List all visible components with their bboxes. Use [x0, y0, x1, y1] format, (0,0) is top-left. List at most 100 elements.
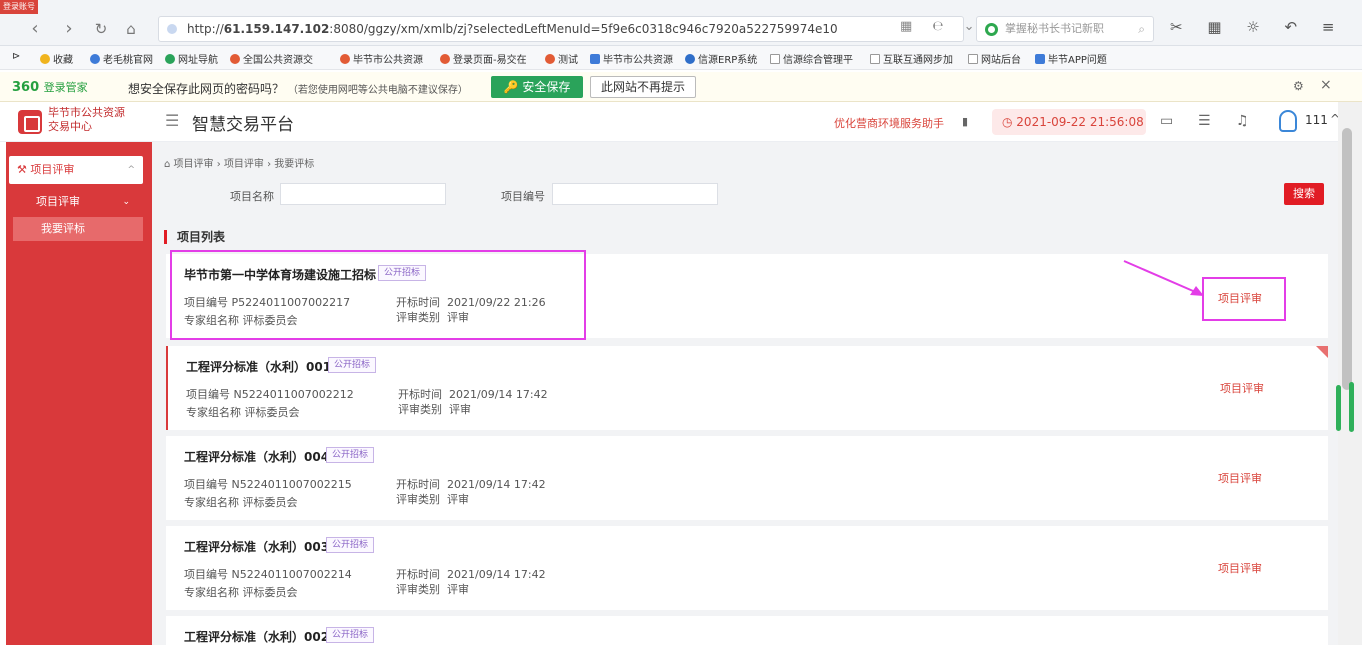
- datetime-display: ◷ 2021-09-22 21:56:08: [992, 109, 1146, 135]
- login-badge: 登录账号: [0, 0, 38, 14]
- bell-icon[interactable]: ♫: [1236, 113, 1249, 129]
- chevron-up-icon: ^: [127, 165, 135, 175]
- search-suggestion: 掌握秘书长书记新职: [1005, 22, 1104, 35]
- sidebar: ⚒ 项目评审 ^ 项目评审 ⌄ 我要评标: [6, 142, 152, 645]
- close-icon[interactable]: ×: [1320, 77, 1332, 93]
- message-icon[interactable]: ▭: [1160, 113, 1173, 129]
- browser-toolbar: 登录账号 ‹ › ↻ ⌂ http://61.159.147.102:8080/…: [0, 0, 1362, 46]
- 360-brand: 360 登录管家: [12, 80, 88, 95]
- project-name-label: 项目名称: [230, 190, 274, 203]
- project-list-title: 项目列表: [164, 230, 225, 244]
- project-card: 工程评分标准（水利）003 公开招标 项目编号 N522401100700221…: [166, 526, 1328, 610]
- expert-group: 专家组名称 评标委员会: [186, 406, 300, 419]
- avatar[interactable]: [1279, 110, 1297, 132]
- expert-group: 专家组名称 评标委员会: [184, 586, 298, 599]
- bookmark-item[interactable]: 互联互通网步加: [870, 51, 953, 66]
- password-save-bar: 360 登录管家 想安全保存此网页的密码吗？ （若您使用网吧等公共电脑不建议保存…: [0, 72, 1362, 102]
- project-review-link[interactable]: 项目评审: [1220, 380, 1264, 396]
- search-button[interactable]: 搜索: [1284, 183, 1324, 205]
- sidebar-item-my-evaluation[interactable]: 我要评标: [13, 217, 143, 241]
- project-review-link[interactable]: 项目评审: [1218, 560, 1262, 576]
- project-review-link[interactable]: 项目评审: [1218, 470, 1262, 486]
- corner-flag: [1316, 346, 1328, 358]
- bookmark-item[interactable]: 毕节市公共资源: [590, 51, 673, 66]
- service-assistant-link[interactable]: 优化营商环境服务助手: [834, 115, 944, 131]
- menu-toggle-icon[interactable]: ☰: [165, 111, 179, 130]
- logo-icon: [18, 110, 42, 134]
- bookmark-favorites[interactable]: 收藏: [40, 51, 73, 66]
- bookmark-item[interactable]: 毕节APP问题: [1035, 51, 1107, 66]
- url-path: :8080/ggzy/xm/xmlb/zj?selectedLeftMenuId…: [329, 22, 838, 36]
- browser-search-box[interactable]: 掌握秘书长书记新职 ⌕: [976, 16, 1154, 42]
- annotation-arrow: [1123, 260, 1204, 296]
- site-info-icon[interactable]: [167, 24, 177, 34]
- bookmark-item[interactable]: 网址导航: [165, 51, 218, 66]
- signal-icon: ▮: [962, 115, 969, 128]
- review-category: 评审类别 评审: [396, 493, 469, 506]
- project-card: 工程评分标准（水利）001 公开招标 项目编号 N522401100700221…: [166, 346, 1328, 430]
- bookmark-item[interactable]: 网站后台: [968, 51, 1021, 66]
- tender-type-tag: 公开招标: [328, 357, 377, 373]
- review-category: 评审类别 评审: [396, 583, 469, 596]
- sidebar-item-review[interactable]: 项目评审 ⌄: [6, 191, 152, 213]
- expert-group: 专家组名称 评标委员会: [184, 496, 298, 509]
- safe-save-button[interactable]: 🔑 安全保存: [491, 76, 583, 98]
- project-code: 项目编号 N5224011007002215: [184, 478, 352, 491]
- bookmark-item[interactable]: 信源ERP系统: [685, 51, 757, 66]
- search-engine-icon: [985, 23, 998, 36]
- browser-tools[interactable]: ✂ ▦ ☼ ↶ ≡: [1170, 18, 1344, 36]
- reload-icon[interactable]: ↻: [92, 20, 110, 38]
- bookmark-item[interactable]: 毕节市公共资源: [340, 51, 423, 66]
- gear-icon[interactable]: ⚙: [1293, 79, 1304, 93]
- tender-type-tag: 公开招标: [326, 627, 375, 643]
- project-name-input[interactable]: [280, 183, 446, 205]
- breadcrumb: ⌂ 项目评审 › 项目评审 › 我要评标: [164, 159, 315, 170]
- org-logo-text: 毕节市公共资源 交易中心: [48, 106, 125, 133]
- back-icon[interactable]: ‹: [26, 20, 44, 38]
- bookmark-item[interactable]: 测试: [545, 51, 578, 66]
- list-icon[interactable]: ☰: [1198, 113, 1211, 129]
- project-card: 工程评分标准（水利）002 公开招标: [166, 616, 1328, 645]
- project-code: 项目编号 N5224011007002212: [186, 388, 354, 401]
- project-code-input[interactable]: [552, 183, 718, 205]
- project-code-label: 项目编号: [501, 190, 545, 203]
- bookmark-item[interactable]: 全国公共资源交: [230, 51, 313, 66]
- password-prompt: 想安全保存此网页的密码吗？ （若您使用网吧等公共电脑不建议保存）: [128, 82, 468, 96]
- open-time: 开标时间 2021/09/14 17:42: [396, 568, 546, 581]
- url-prefix: http://: [187, 22, 224, 36]
- project-title[interactable]: 工程评分标准（水利）003: [184, 538, 329, 555]
- app-header: 毕节市公共资源 交易中心 ☰ 智慧交易平台 优化营商环境服务助手 ▮ ◷ 202…: [0, 102, 1340, 142]
- open-time: 开标时间 2021/09/14 17:42: [398, 388, 548, 401]
- url-host: 61.159.147.102: [223, 22, 330, 36]
- address-bar[interactable]: http://61.159.147.102:8080/ggzy/xm/xmlb/…: [158, 16, 964, 42]
- project-code: 项目编号 N5224011007002214: [184, 568, 352, 581]
- username[interactable]: 111: [1305, 113, 1328, 127]
- main-content: ⌂ 项目评审 › 项目评审 › 我要评标 项目名称 项目编号 搜索 项目列表 毕…: [152, 142, 1338, 645]
- review-category: 评审类别 评审: [398, 403, 471, 416]
- scroll-thumb[interactable]: [1342, 128, 1352, 390]
- address-bar-icons[interactable]: ▦ ℮ ⌄: [900, 19, 983, 34]
- project-title[interactable]: 工程评分标准（水利）004: [184, 448, 329, 465]
- project-title[interactable]: 工程评分标准（水利）002: [184, 628, 329, 645]
- bookmark-item[interactable]: 老毛桃官网: [90, 51, 153, 66]
- search-icon[interactable]: ⌕: [1138, 17, 1145, 41]
- bookmark-item[interactable]: 信源综合管理平: [770, 51, 853, 66]
- app-title: 智慧交易平台: [192, 115, 294, 135]
- page-scrollbar[interactable]: [1338, 102, 1362, 645]
- open-time: 开标时间 2021/09/14 17:42: [396, 478, 546, 491]
- forward-icon[interactable]: ›: [60, 20, 78, 38]
- highlight-box-project: [170, 250, 586, 340]
- bookmark-item[interactable]: 登录页面-易交在: [440, 51, 527, 66]
- chevron-down-icon: ⌄: [122, 197, 130, 207]
- bookmarks-bar: ⊳ 收藏 老毛桃官网 网址导航 全国公共资源交 毕节市公共资源 登录页面-易交在…: [0, 46, 1362, 70]
- side-indicator: [1336, 385, 1341, 431]
- tender-type-tag: 公开招标: [326, 537, 375, 553]
- sidebar-toggle-icon[interactable]: ⊳: [12, 51, 20, 62]
- never-prompt-button[interactable]: 此网站不再提示: [590, 76, 696, 98]
- home-icon[interactable]: ⌂: [122, 20, 140, 38]
- project-card: 工程评分标准（水利）004 公开招标 项目编号 N522401100700221…: [166, 436, 1328, 520]
- project-title[interactable]: 工程评分标准（水利）001: [186, 358, 331, 375]
- tender-type-tag: 公开招标: [326, 447, 375, 463]
- side-indicator: [1349, 382, 1354, 432]
- sidebar-group-review[interactable]: ⚒ 项目评审 ^: [9, 156, 143, 184]
